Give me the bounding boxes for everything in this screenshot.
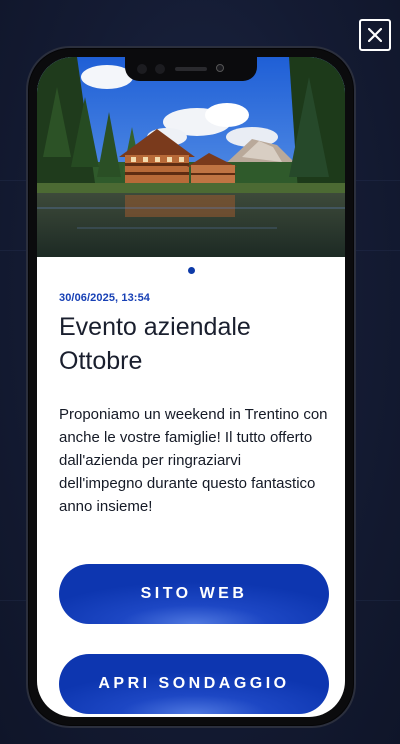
close-button[interactable]: [359, 19, 391, 51]
website-button[interactable]: SITO WEB: [59, 564, 329, 624]
post-description: Proponiamo un weekend in Trentino con an…: [59, 406, 328, 515]
phone-mockup: 30/06/2025, 13:54 Evento aziendale Ottob…: [26, 46, 356, 728]
open-survey-button[interactable]: APRI SONDAGGIO: [59, 654, 329, 714]
post-date: 30/06/2025, 13:54: [59, 292, 150, 304]
phone-notch: [125, 57, 257, 81]
post-title: Evento aziendale Ottobre: [59, 313, 251, 375]
hero-image: [37, 57, 345, 257]
carousel-dot-active[interactable]: [187, 267, 195, 274]
carousel-indicator: [37, 267, 345, 274]
close-icon: [368, 28, 382, 42]
phone-screen: 30/06/2025, 13:54 Evento aziendale Ottob…: [37, 57, 345, 717]
